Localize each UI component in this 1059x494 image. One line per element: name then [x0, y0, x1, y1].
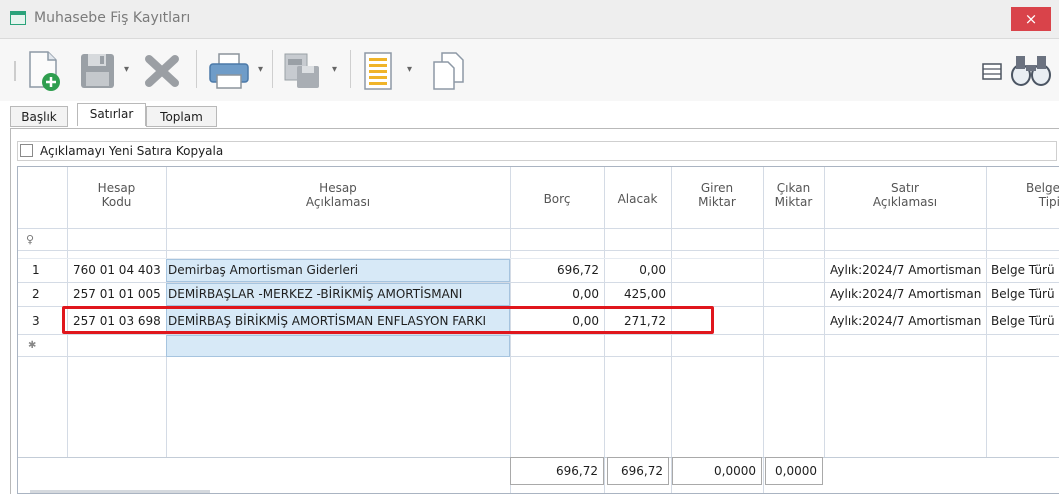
- copy-description-checkbox[interactable]: [20, 144, 33, 157]
- tab-label: Satırlar: [89, 107, 134, 121]
- column-header-borc[interactable]: Borç: [510, 192, 604, 206]
- document-type[interactable]: Belge Türü: [991, 287, 1055, 301]
- header-line: Satır: [891, 181, 919, 195]
- column-header-cikan-miktar[interactable]: Çıkan Miktar: [763, 181, 824, 209]
- column-header-giren-miktar[interactable]: Giren Miktar: [671, 181, 763, 209]
- new-document-icon[interactable]: [24, 49, 66, 93]
- grid-line: [824, 167, 825, 457]
- tab-label: Başlık: [21, 110, 57, 124]
- copy-description-label: Açıklamayı Yeni Satıra Kopyala: [40, 144, 224, 158]
- layout-icon[interactable]: [980, 59, 1004, 83]
- column-header-hesap-aciklamasi[interactable]: Hesap Açıklaması: [166, 181, 510, 209]
- column-header-satir-aciklamasi[interactable]: Satır Açıklaması: [824, 181, 986, 209]
- header-line: Kodu: [101, 195, 132, 209]
- account-description-cell[interactable]: Demirbaş Amortisman Giderleri: [166, 259, 510, 282]
- copy-description-option[interactable]: Açıklamayı Yeni Satıra Kopyala: [17, 141, 1057, 161]
- tab-toplam[interactable]: Toplam: [146, 106, 217, 127]
- column-header-alacak[interactable]: Alacak: [604, 192, 671, 206]
- line-description[interactable]: Aylık:2024/7 Amortisman: [830, 314, 981, 328]
- print-dropdown-arrow[interactable]: ▾: [258, 64, 263, 75]
- tab-satirlar[interactable]: Satırlar: [77, 103, 146, 126]
- account-code[interactable]: 760 01 04 403: [73, 263, 161, 277]
- total-incoming-qty: 0,0000: [672, 457, 762, 485]
- horizontal-scrollbar[interactable]: [30, 490, 210, 493]
- grid-line: [986, 167, 987, 457]
- tab-label: Toplam: [160, 110, 203, 124]
- filter-row-icon[interactable]: ♀: [26, 233, 34, 247]
- account-description: DEMİRBAŞLAR -MERKEZ -BİRİKMİŞ AMORTİSMAN…: [168, 287, 463, 301]
- header-line: Çıkan: [776, 181, 811, 195]
- export-dropdown-arrow[interactable]: ▾: [332, 64, 337, 75]
- header-line: Hesap: [97, 181, 136, 195]
- save-dropdown-arrow[interactable]: ▾: [124, 64, 129, 75]
- app-window-icon: [10, 11, 26, 25]
- column-header-belge-tipi[interactable]: Belge Tipi: [986, 181, 1059, 209]
- search-binoculars-icon[interactable]: [1010, 53, 1052, 87]
- debit-value[interactable]: 0,00: [510, 287, 599, 301]
- print-icon[interactable]: [207, 51, 251, 91]
- line-description[interactable]: Aylık:2024/7 Amortisman: [830, 287, 981, 301]
- total-debit: 696,72: [510, 457, 604, 485]
- header-line: Açıklaması: [305, 195, 371, 209]
- total-credit: 696,72: [607, 457, 669, 485]
- grid-line: [763, 167, 764, 493]
- header-line: Miktar: [698, 195, 736, 209]
- title-bar: Muhasebe Fiş Kayıtları ×: [0, 0, 1059, 39]
- header-line: Açıklaması: [872, 195, 938, 209]
- column-header-hesap-kodu[interactable]: Hesap Kodu: [67, 181, 166, 209]
- grid-line: [18, 228, 1059, 229]
- row-number: 3: [32, 314, 40, 328]
- account-description: Demirbaş Amortisman Giderleri: [168, 263, 359, 277]
- line-description[interactable]: Aylık:2024/7 Amortisman: [830, 263, 981, 277]
- credit-value[interactable]: 0,00: [604, 263, 666, 277]
- highlight-box: [62, 306, 714, 334]
- copy-document-icon[interactable]: [430, 50, 466, 92]
- window-title: Muhasebe Fiş Kayıtları: [34, 10, 191, 26]
- toolbar-separator: [350, 50, 351, 88]
- delete-icon[interactable]: [143, 53, 181, 89]
- header-line: Belge: [1026, 181, 1059, 195]
- save-icon[interactable]: [78, 51, 118, 91]
- close-button[interactable]: ×: [1011, 7, 1051, 31]
- form-list-icon[interactable]: [361, 50, 395, 92]
- grid-line: [18, 250, 1059, 251]
- credit-value[interactable]: 425,00: [604, 287, 666, 301]
- document-type[interactable]: Belge Türü: [991, 314, 1055, 328]
- header-line: Hesap: [319, 181, 357, 195]
- row-number: 2: [32, 287, 40, 301]
- export-text-icon[interactable]: [282, 51, 324, 91]
- toolbar-grip[interactable]: [14, 61, 16, 81]
- tab-baslik[interactable]: Başlık: [10, 106, 68, 127]
- account-description-cell[interactable]: DEMİRBAŞLAR -MERKEZ -BİRİKMİŞ AMORTİSMAN…: [166, 283, 510, 306]
- document-type[interactable]: Belge Türü: [991, 263, 1055, 277]
- header-line: Miktar: [774, 195, 813, 209]
- account-code[interactable]: 257 01 01 005: [73, 287, 161, 301]
- toolbar-separator: [272, 50, 273, 88]
- debit-value[interactable]: 696,72: [510, 263, 599, 277]
- header-line: Giren: [700, 181, 734, 195]
- header-line: Tipi: [1038, 195, 1059, 209]
- row-number: 1: [32, 263, 40, 277]
- form-dropdown-arrow[interactable]: ▾: [407, 64, 412, 75]
- toolbar-separator: [196, 50, 197, 88]
- new-row-description-cell[interactable]: [166, 335, 510, 357]
- total-outgoing-qty: 0,0000: [765, 457, 823, 485]
- new-row-icon[interactable]: ✱: [28, 339, 36, 353]
